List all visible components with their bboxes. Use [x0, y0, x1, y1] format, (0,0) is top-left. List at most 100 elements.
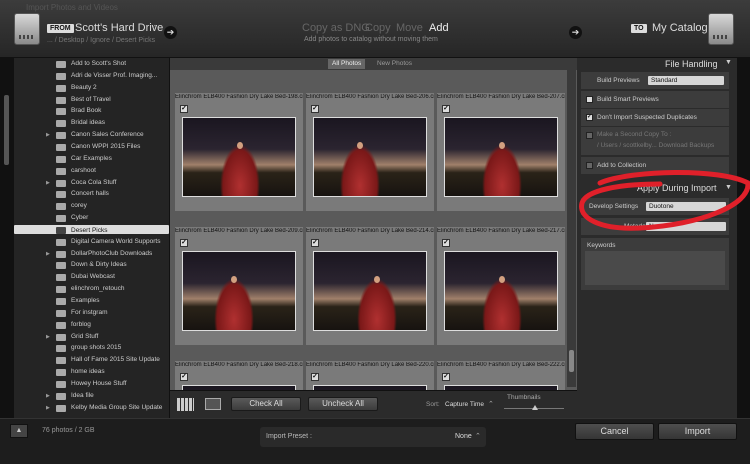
folder-item[interactable]: Best of Travel	[14, 95, 169, 107]
photo-checkbox[interactable]: ✓	[180, 373, 188, 381]
collapse-up-icon[interactable]: ▲	[10, 424, 28, 438]
folder-item[interactable]: group shots 2015	[14, 343, 169, 355]
folder-item[interactable]: ▶ Idea file	[14, 391, 169, 403]
photo-thumbnail[interactable]	[182, 117, 296, 197]
second-copy-checkbox[interactable]	[586, 132, 593, 139]
photo-checkbox[interactable]: ✓	[311, 105, 319, 113]
tab-all-photos[interactable]: All Photos	[328, 59, 366, 69]
mode-move[interactable]: Move	[396, 22, 423, 34]
apply-during-import-header[interactable]: Apply During Import	[637, 183, 717, 193]
grid-view-icon[interactable]	[177, 398, 194, 411]
folder-item[interactable]: Examples	[14, 296, 169, 308]
photo-cell[interactable]: Elinchrom ELB400 Fashion Dry Lake Bed-20…	[437, 93, 565, 211]
folder-item[interactable]: ▶ Canon Sales Conference	[14, 130, 169, 142]
expand-triangle-icon[interactable]: ▶	[46, 334, 50, 340]
photo-cell[interactable]: Elinchrom ELB400 Fashion Dry Lake Bed-20…	[175, 227, 303, 345]
dest-name[interactable]: My Catalog	[652, 22, 708, 34]
folder-item[interactable]: ▶ Kelby Media Group Site Update	[14, 403, 169, 415]
folder-item[interactable]: Car Examples	[14, 154, 169, 166]
import-button[interactable]: Import	[658, 423, 737, 440]
expand-triangle-icon[interactable]: ▶	[46, 393, 50, 399]
expand-triangle-icon[interactable]: ▶	[46, 180, 50, 186]
grid-scrollbar[interactable]	[567, 70, 576, 387]
photo-thumbnail[interactable]	[444, 117, 558, 197]
duplicates-checkbox[interactable]: ✓	[586, 114, 593, 121]
keywords-input[interactable]	[585, 251, 725, 285]
photo-thumbnail[interactable]	[444, 251, 558, 331]
folder-item[interactable]: Down & Dirty Ideas	[14, 260, 169, 272]
folder-item[interactable]: Beauty 2	[14, 83, 169, 95]
folder-name: group shots 2015	[71, 344, 122, 352]
scroll-thumb[interactable]	[569, 350, 574, 372]
folder-item[interactable]: Brad Book	[14, 106, 169, 118]
folder-item[interactable]: Cyber	[14, 213, 169, 225]
photo-checkbox[interactable]: ✓	[180, 239, 188, 247]
photo-thumbnail[interactable]	[313, 251, 427, 331]
folder-scrollbar[interactable]	[4, 95, 9, 165]
photo-cell[interactable]: Elinchrom ELB400 Fashion Dry Lake Bed-20…	[306, 93, 434, 211]
folder-item[interactable]: Adri de Visser Prof. Imaging...	[14, 71, 169, 83]
folder-item[interactable]: For instgram	[14, 308, 169, 320]
source-path: ... / Desktop / Ignore / Desert Picks	[47, 37, 156, 44]
photo-checkbox[interactable]: ✓	[442, 239, 450, 247]
folder-item[interactable]: Howey House Stuff	[14, 379, 169, 391]
photo-checkbox[interactable]: ✓	[311, 373, 319, 381]
slider-handle[interactable]	[532, 405, 538, 410]
photo-thumbnail[interactable]	[313, 117, 427, 197]
file-handling-header[interactable]: File Handling	[665, 59, 718, 69]
develop-settings-select[interactable]: Duotone	[646, 202, 726, 211]
folder-item[interactable]: carshoot	[14, 166, 169, 178]
folder-item[interactable]: Concert halls	[14, 189, 169, 201]
metadata-select[interactable]: None	[646, 222, 726, 231]
folder-item[interactable]: Hall of Fame 2015 Site Update	[14, 355, 169, 367]
build-previews-select[interactable]: Standard	[648, 76, 724, 85]
check-all-button[interactable]: Check All	[231, 397, 301, 411]
folder-item[interactable]: Add to Scott's Shot	[14, 59, 169, 71]
folder-item[interactable]: home ideas	[14, 367, 169, 379]
folder-item[interactable]: ▶ Coca Cola Stuff	[14, 178, 169, 190]
folder-name: Hall of Fame 2015 Site Update	[71, 356, 160, 364]
expand-triangle-icon[interactable]: ▶	[46, 132, 50, 138]
photo-checkbox[interactable]: ✓	[311, 239, 319, 247]
folder-name: Idea file	[71, 391, 94, 399]
folder-item[interactable]: Desert Picks	[14, 224, 169, 234]
folder-item[interactable]: ▶ Grid Stuff	[14, 332, 169, 344]
folder-item[interactable]: corey	[14, 201, 169, 213]
folder-item[interactable]: ▶ DollarPhotoClub Downloads	[14, 249, 169, 261]
folder-item[interactable]: elinchrom_retouch	[14, 284, 169, 296]
second-copy-path[interactable]: / Users / scottkelby... Download Backups	[597, 142, 714, 149]
keywords-row: Keywords	[581, 238, 729, 290]
triangle-down-icon[interactable]: ▼	[725, 59, 732, 66]
tab-new-photos[interactable]: New Photos	[373, 59, 416, 69]
photo-cell[interactable]: Elinchrom ELB400 Fashion Dry Lake Bed-19…	[175, 93, 303, 211]
folder-icon	[56, 262, 66, 270]
expand-triangle-icon[interactable]: ▶	[46, 405, 50, 411]
folder-item[interactable]: Bridal ideas	[14, 118, 169, 130]
loupe-view-icon[interactable]	[205, 398, 221, 410]
photo-checkbox[interactable]: ✓	[180, 105, 188, 113]
folder-item[interactable]: Canon WPPI 2015 Files	[14, 142, 169, 154]
source-name[interactable]: Scott's Hard Drive	[75, 22, 163, 34]
folder-item[interactable]: Digital Camera World Supports	[14, 237, 169, 249]
triangle-down-icon[interactable]: ▼	[725, 184, 732, 191]
chevron-updown-icon[interactable]: ⌃	[488, 400, 494, 408]
smart-previews-checkbox[interactable]	[586, 96, 593, 103]
photo-cell[interactable]: Elinchrom ELB400 Fashion Dry Lake Bed-21…	[437, 227, 565, 345]
chevron-updown-icon[interactable]: ⌃	[152, 24, 158, 32]
uncheck-all-button[interactable]: Uncheck All	[308, 397, 378, 411]
mode-add[interactable]: Add	[429, 22, 449, 34]
photo-cell[interactable]: Elinchrom ELB400 Fashion Dry Lake Bed-21…	[306, 227, 434, 345]
folder-item[interactable]: Dubai Webcast	[14, 272, 169, 284]
mode-copy-dng[interactable]: Copy as DNG	[302, 22, 370, 34]
import-preset-select[interactable]: None	[455, 433, 472, 440]
chevron-updown-icon[interactable]: ⌃	[475, 432, 481, 440]
photo-checkbox[interactable]: ✓	[442, 373, 450, 381]
expand-triangle-icon[interactable]: ▶	[46, 251, 50, 257]
folder-item[interactable]: forblog	[14, 320, 169, 332]
sort-select[interactable]: Capture Time	[445, 401, 484, 408]
mode-copy[interactable]: Copy	[365, 22, 391, 34]
photo-checkbox[interactable]: ✓	[442, 105, 450, 113]
collection-checkbox[interactable]	[586, 162, 593, 169]
cancel-button[interactable]: Cancel	[575, 423, 654, 440]
photo-thumbnail[interactable]	[182, 251, 296, 331]
